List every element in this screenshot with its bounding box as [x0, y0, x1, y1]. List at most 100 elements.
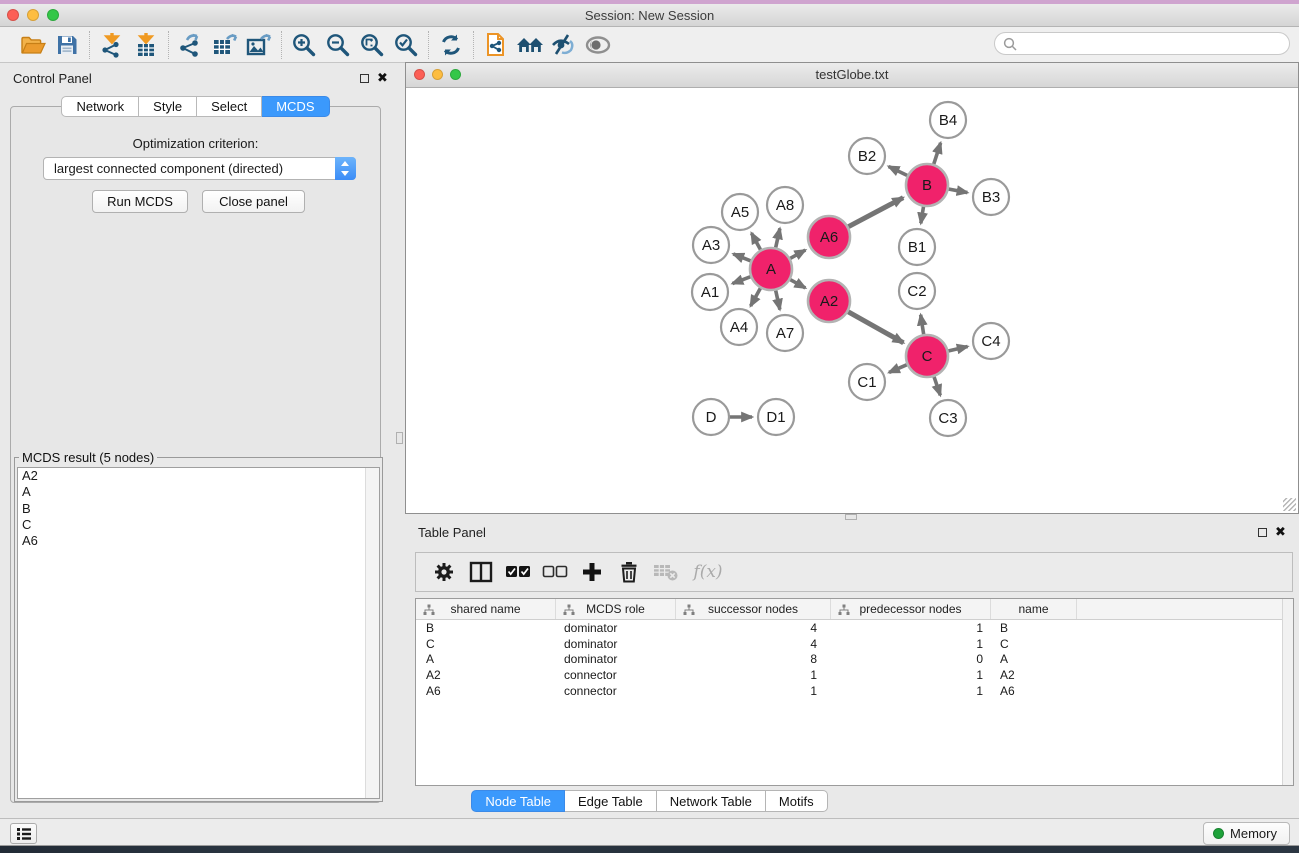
graph-node-D1[interactable]: D1	[758, 399, 794, 435]
graph-node-B1[interactable]: B1	[899, 229, 935, 265]
horizontal-splitter-handle[interactable]	[845, 514, 857, 520]
column-header-name[interactable]: name	[991, 599, 1077, 619]
task-history-button[interactable]	[10, 823, 37, 844]
graph-edge-B-B3[interactable]	[946, 189, 968, 193]
graph-edge-A-A8[interactable]	[775, 228, 780, 250]
table-cell[interactable]: C	[991, 637, 1077, 651]
graph-edge-C-C3[interactable]	[933, 374, 940, 395]
float-panel-icon[interactable]	[360, 74, 369, 83]
show-graphics-button[interactable]	[581, 30, 615, 60]
graph-node-A1[interactable]: A1	[692, 274, 728, 310]
graph-node-C1[interactable]: C1	[849, 364, 885, 400]
tab-mcds[interactable]: MCDS	[262, 96, 329, 117]
table-cell[interactable]: dominator	[556, 637, 676, 651]
unselect-all-columns-button[interactable]	[536, 557, 573, 587]
graph-node-B[interactable]: B	[906, 164, 948, 206]
close-panel-icon[interactable]: ✖	[377, 73, 388, 83]
function-builder-button[interactable]: f(x)	[684, 557, 732, 587]
graph-node-A3[interactable]: A3	[693, 227, 729, 263]
homes-button[interactable]	[513, 30, 547, 60]
graph-edge-C-C2[interactable]	[921, 315, 924, 338]
tab-network-table[interactable]: Network Table	[657, 790, 766, 812]
network-window-titlebar[interactable]: testGlobe.txt	[406, 63, 1298, 88]
result-item[interactable]: A2	[18, 468, 379, 484]
import-network-button[interactable]	[95, 30, 129, 60]
graph-node-A4[interactable]: A4	[721, 309, 757, 345]
refresh-button[interactable]	[434, 30, 468, 60]
graph-node-A6[interactable]: A6	[808, 216, 850, 258]
split-columns-button[interactable]	[462, 557, 499, 587]
search-input[interactable]	[1022, 37, 1289, 51]
graph-node-A2[interactable]: A2	[808, 280, 850, 322]
zoom-selected-button[interactable]	[389, 30, 423, 60]
table-cell[interactable]: 4	[676, 637, 831, 651]
table-row[interactable]: Cdominator41C	[416, 636, 1293, 652]
result-item[interactable]: A6	[18, 533, 379, 549]
column-header-MCDS-role[interactable]: MCDS role	[556, 599, 676, 619]
tab-node-table[interactable]: Node Table	[471, 790, 565, 812]
tab-style[interactable]: Style	[139, 96, 197, 117]
export-network-button[interactable]	[174, 30, 208, 60]
table-close-icon[interactable]: ✖	[1275, 527, 1286, 537]
tab-motifs[interactable]: Motifs	[766, 790, 828, 812]
mcds-result-list[interactable]: A2ABCA6	[17, 467, 380, 799]
graph-edge-A6-B[interactable]	[846, 198, 903, 228]
graph-node-C3[interactable]: C3	[930, 400, 966, 436]
graph-edge-C-C1[interactable]	[889, 364, 910, 373]
memory-button[interactable]: Memory	[1203, 822, 1290, 845]
graph-node-A7[interactable]: A7	[767, 315, 803, 351]
table-row[interactable]: A2connector11A2	[416, 667, 1293, 683]
table-cell[interactable]: connector	[556, 684, 676, 698]
open-file-button[interactable]	[16, 30, 50, 60]
zoom-in-button[interactable]	[287, 30, 321, 60]
tab-select[interactable]: Select	[197, 96, 262, 117]
search-field[interactable]	[994, 32, 1290, 55]
export-table-button[interactable]	[208, 30, 242, 60]
export-image-button[interactable]	[242, 30, 276, 60]
save-session-button[interactable]	[50, 30, 84, 60]
table-cell[interactable]: 1	[831, 684, 991, 698]
graph-edge-B-B4[interactable]	[933, 143, 941, 167]
table-cell[interactable]: A	[991, 652, 1077, 666]
result-item[interactable]: C	[18, 517, 379, 533]
vertical-splitter-handle[interactable]	[396, 432, 403, 444]
select-all-columns-button[interactable]	[499, 557, 536, 587]
graph-node-A[interactable]: A	[750, 248, 792, 290]
table-cell[interactable]: 1	[831, 668, 991, 682]
graph-edge-B-B2[interactable]	[889, 166, 910, 176]
graph-node-D[interactable]: D	[693, 399, 729, 435]
table-row[interactable]: Adominator80A	[416, 652, 1293, 668]
table-cell[interactable]: 0	[831, 652, 991, 666]
window-resize-grip[interactable]	[1283, 498, 1296, 511]
graph-node-C[interactable]: C	[906, 335, 948, 377]
table-settings-button[interactable]	[425, 557, 462, 587]
table-cell[interactable]: A	[416, 652, 556, 666]
table-cell[interactable]: dominator	[556, 652, 676, 666]
result-scrollbar[interactable]	[365, 468, 379, 798]
table-cell[interactable]: A6	[416, 684, 556, 698]
table-cell[interactable]: A2	[991, 668, 1077, 682]
result-item[interactable]: B	[18, 501, 379, 517]
graph-node-B4[interactable]: B4	[930, 102, 966, 138]
hide-graphics-button[interactable]	[547, 30, 581, 60]
graph-node-A8[interactable]: A8	[767, 187, 803, 223]
graph-edge-C-C4[interactable]	[945, 346, 967, 351]
network-document-button[interactable]	[479, 30, 513, 60]
delete-table-button[interactable]	[647, 557, 684, 587]
table-cell[interactable]: 1	[831, 621, 991, 635]
graph-edge-A-A4[interactable]	[751, 286, 762, 306]
table-cell[interactable]: 1	[676, 668, 831, 682]
graph-node-B2[interactable]: B2	[849, 138, 885, 174]
table-scrollbar[interactable]	[1282, 599, 1293, 785]
graph-edge-A-A1[interactable]	[732, 276, 753, 284]
graph-edge-A2-C[interactable]	[846, 310, 904, 342]
table-cell[interactable]: 1	[831, 637, 991, 651]
import-table-button[interactable]	[129, 30, 163, 60]
table-row[interactable]: Bdominator41B	[416, 620, 1293, 636]
tab-edge-table[interactable]: Edge Table	[565, 790, 657, 812]
optimization-criterion-select[interactable]: largest connected component (directed)	[43, 157, 356, 180]
zoom-fit-button[interactable]	[355, 30, 389, 60]
create-column-button[interactable]	[573, 557, 610, 587]
table-cell[interactable]: A2	[416, 668, 556, 682]
table-cell[interactable]: connector	[556, 668, 676, 682]
